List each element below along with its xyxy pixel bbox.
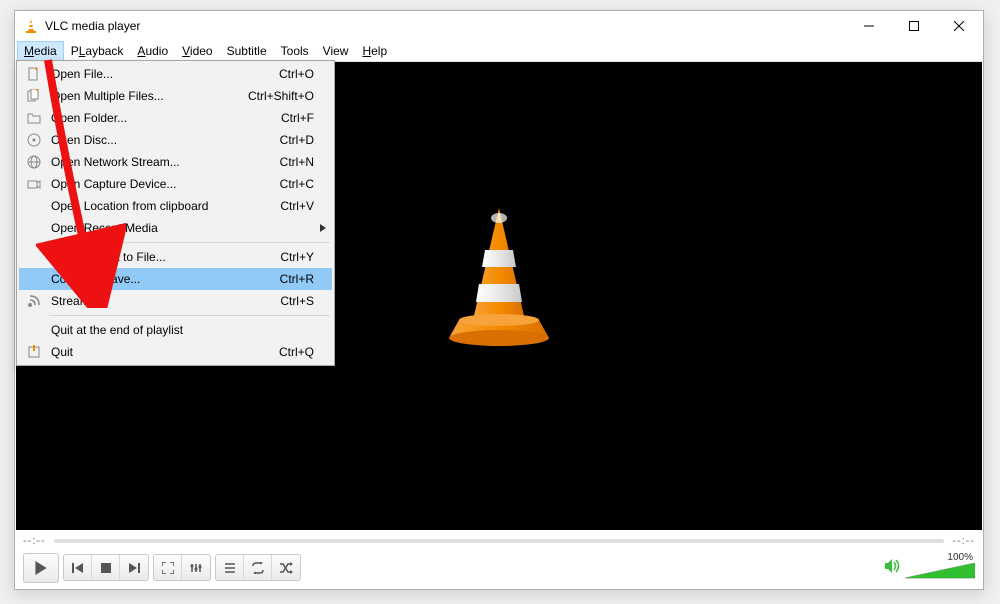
window-title: VLC media player (45, 19, 846, 33)
titlebar: VLC media player (15, 11, 983, 41)
menu-tools[interactable]: Tools (274, 41, 316, 61)
fullscreen-button[interactable] (154, 555, 182, 580)
menu-open-clipboard[interactable]: Open Location from clipboard Ctrl+V (19, 195, 332, 217)
menu-playback[interactable]: PLayback (64, 41, 131, 61)
menu-stream[interactable]: Stream... Ctrl+S (19, 290, 332, 312)
transport-group (63, 554, 149, 581)
menu-view[interactable]: View (316, 41, 356, 61)
capture-icon (23, 173, 45, 195)
close-button[interactable] (936, 12, 981, 41)
volume-slider[interactable] (905, 563, 975, 583)
stream-icon (23, 290, 45, 312)
seek-track[interactable] (54, 539, 945, 543)
play-button[interactable] (23, 553, 59, 583)
playlist-group (215, 554, 301, 581)
files-icon (23, 85, 45, 107)
menu-save-playlist[interactable]: Save Playlist to File... Ctrl+Y (19, 246, 332, 268)
menu-open-capture[interactable]: Open Capture Device... Ctrl+C (19, 173, 332, 195)
menu-subtitle[interactable]: Subtitle (220, 41, 274, 61)
separator (49, 315, 330, 316)
next-button[interactable] (120, 555, 148, 580)
time-elapsed: --:-- (23, 535, 46, 547)
menu-convert-save[interactable]: Convert / Save... Ctrl+R (19, 268, 332, 290)
previous-button[interactable] (64, 555, 92, 580)
menu-open-network[interactable]: Open Network Stream... Ctrl+N (19, 151, 332, 173)
menu-quit[interactable]: Quit Ctrl+Q (19, 341, 332, 363)
menu-quit-end-playlist[interactable]: Quit at the end of playlist (19, 319, 332, 341)
playlist-button[interactable] (216, 555, 244, 580)
menu-open-disc[interactable]: Open Disc... Ctrl+D (19, 129, 332, 151)
time-total: --:-- (952, 535, 975, 547)
disc-icon (23, 129, 45, 151)
vlc-cone-logo (439, 202, 559, 352)
network-icon (23, 151, 45, 173)
menu-open-multiple-files[interactable]: Open Multiple Files... Ctrl+Shift+O (19, 85, 332, 107)
loop-button[interactable] (244, 555, 272, 580)
media-dropdown: Open File... Ctrl+O Open Multiple Files.… (16, 60, 335, 366)
file-icon (23, 63, 45, 85)
minimize-button[interactable] (846, 12, 891, 41)
folder-icon (23, 107, 45, 129)
menubar: Media PLayback Audio Video Subtitle Tool… (15, 41, 983, 62)
submenu-arrow-icon (320, 221, 326, 235)
menu-video[interactable]: Video (175, 41, 219, 61)
menu-audio[interactable]: Audio (130, 41, 175, 61)
maximize-button[interactable] (891, 12, 936, 41)
volume-percent: 100% (947, 552, 973, 563)
shuffle-button[interactable] (272, 555, 300, 580)
separator (49, 242, 330, 243)
speaker-icon[interactable] (885, 559, 901, 576)
quit-icon (23, 341, 45, 363)
menu-media[interactable]: Media (17, 41, 64, 61)
app-cone-icon (23, 18, 39, 34)
menu-open-file[interactable]: Open File... Ctrl+O (19, 63, 332, 85)
menu-help[interactable]: Help (355, 41, 394, 61)
stop-button[interactable] (92, 555, 120, 580)
controls-bar: --:-- --:-- 100% (15, 530, 983, 589)
extended-settings-button[interactable] (182, 555, 210, 580)
menu-open-recent[interactable]: Open Recent Media (19, 217, 332, 239)
menu-open-folder[interactable]: Open Folder... Ctrl+F (19, 107, 332, 129)
view-group (153, 554, 211, 581)
seek-bar: --:-- --:-- (23, 534, 975, 548)
